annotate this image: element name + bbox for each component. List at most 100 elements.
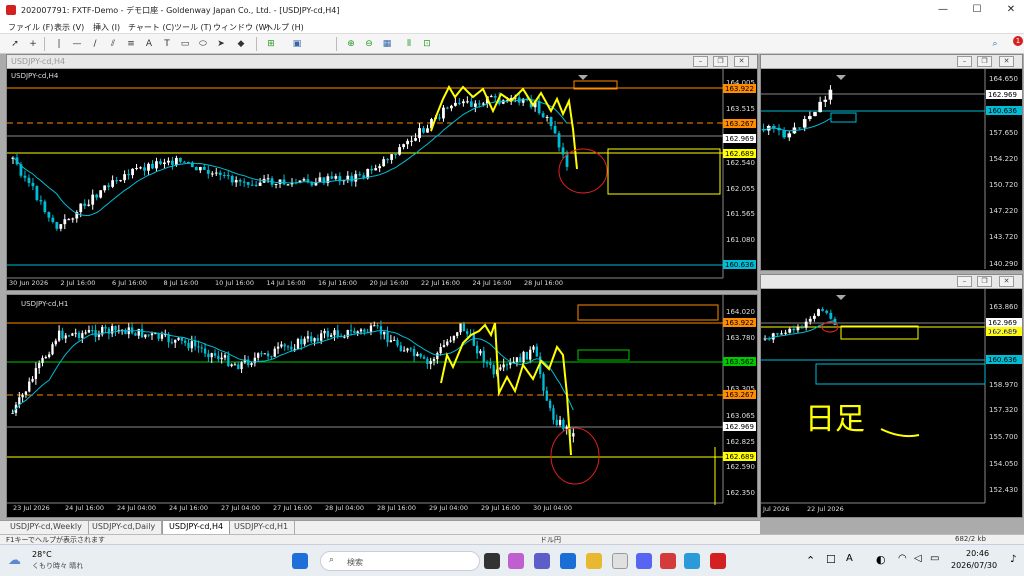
- start-icon[interactable]: [292, 553, 308, 569]
- teams-icon[interactable]: [534, 553, 550, 569]
- candle-body: [396, 339, 399, 346]
- edge-icon[interactable]: [684, 553, 700, 569]
- candle-body: [812, 315, 816, 319]
- tray-chevron-icon[interactable]: ⌃: [806, 554, 815, 567]
- ime-icon[interactable]: A: [846, 553, 853, 564]
- chart-minimize-button[interactable]: –: [957, 56, 972, 67]
- shapes-icon[interactable]: ◆: [234, 37, 248, 51]
- menu-chart[interactable]: チャート (C): [128, 22, 174, 33]
- zoom-out-icon[interactable]: ⊖: [362, 37, 376, 51]
- menu-help[interactable]: ヘルプ (H): [265, 22, 304, 33]
- battery-icon[interactable]: ▭: [930, 553, 939, 564]
- chart-restore-button[interactable]: ❐: [977, 56, 992, 67]
- vertical-line-icon[interactable]: |: [52, 37, 66, 51]
- explorer-icon[interactable]: [586, 553, 602, 569]
- tab-h1[interactable]: USDJPY-cd,H1: [228, 521, 296, 534]
- clock-time[interactable]: 20:46: [966, 549, 989, 558]
- minimize-button[interactable]: —: [935, 3, 951, 17]
- candle-body: [79, 203, 83, 213]
- label-icon[interactable]: T: [160, 37, 174, 51]
- chart-restore-button[interactable]: ❐: [713, 56, 728, 67]
- properties-icon[interactable]: ⊡: [420, 37, 434, 51]
- candle-body: [454, 102, 457, 106]
- candle-body: [258, 182, 262, 186]
- candle-body: [389, 340, 393, 343]
- price-tag-label: 160.636: [988, 107, 1017, 115]
- discord-icon[interactable]: [636, 553, 652, 569]
- zoom-in-icon[interactable]: ⊕: [344, 37, 358, 51]
- candle-body: [107, 185, 111, 187]
- time-axis-label: Jul 2026: [762, 505, 789, 513]
- chart-minimize-button[interactable]: –: [957, 276, 972, 287]
- ellipse-icon[interactable]: ⬭: [196, 37, 210, 51]
- arrows-icon[interactable]: ➤: [214, 37, 228, 51]
- copilot-icon[interactable]: [508, 553, 524, 569]
- search-icon[interactable]: ⌕: [988, 37, 1002, 51]
- h4-chart-canvas[interactable]: 164.005163.515162.540162.055161.565161.0…: [7, 69, 757, 290]
- tray-app-icon[interactable]: ☐: [826, 553, 836, 566]
- chart-tabs: USDJPY-cd,Weekly USDJPY-cd,Daily USDJPY-…: [0, 520, 760, 534]
- candle-body: [802, 119, 807, 128]
- tab-weekly[interactable]: USDJPY-cd,Weekly: [4, 521, 89, 534]
- new-order-icon[interactable]: ⊞: [264, 37, 278, 51]
- notepad-icon[interactable]: [612, 553, 628, 569]
- chart-layout-icon[interactable]: ▣: [290, 37, 304, 51]
- menu-view[interactable]: 表示 (V): [54, 22, 84, 33]
- tab-daily[interactable]: USDJPY-cd,Daily: [86, 521, 163, 534]
- menu-insert[interactable]: 挿入 (I): [93, 22, 120, 33]
- candle-body: [537, 101, 541, 114]
- tile-icon[interactable]: ▦: [380, 37, 394, 51]
- text-icon[interactable]: A: [142, 37, 156, 51]
- chart-close-button[interactable]: ✕: [999, 276, 1014, 287]
- window-title: 202007791: FXTF-Demo - デモ口座 - Goldenway …: [21, 6, 340, 15]
- task-view-icon[interactable]: [484, 553, 500, 569]
- close-button[interactable]: ✕: [1003, 3, 1019, 17]
- chart-window-h4[interactable]: USDJPY-cd,H4 – ❐ ✕ USDJPY-cd,H4 164.005 1…: [6, 54, 758, 291]
- price-axis-label: 162.825: [726, 438, 755, 446]
- candle-body: [782, 130, 786, 138]
- channel-icon[interactable]: ⫽: [106, 37, 120, 51]
- candle-body: [283, 344, 286, 347]
- search-box[interactable]: ⌕ 検索: [320, 551, 480, 571]
- notification-bell-icon[interactable]: ♪: [1010, 554, 1016, 565]
- weather-text: くもり時々 晴れ: [32, 562, 84, 570]
- tray-icon-2[interactable]: ◐: [876, 553, 886, 566]
- h1-chart-canvas[interactable]: 164.020163.780163.305163.065162.825162.5…: [7, 295, 757, 517]
- mt4-icon[interactable]: [710, 553, 726, 569]
- chart-minimize-button[interactable]: –: [693, 56, 708, 67]
- shift-marker: [578, 75, 588, 80]
- candle-body: [422, 128, 425, 133]
- outlook-icon[interactable]: [560, 553, 576, 569]
- price-axis-label: 143.720: [989, 233, 1018, 241]
- notification-badge[interactable]: 1: [1013, 36, 1023, 46]
- status-traffic: 682/2 kb: [955, 535, 986, 543]
- crosshair-icon[interactable]: +: [26, 37, 40, 51]
- wifi-icon[interactable]: ◠: [898, 553, 907, 564]
- trendline-icon[interactable]: /: [88, 37, 102, 51]
- menu-window[interactable]: ウィンドウ (W): [213, 22, 270, 33]
- weekly-chart-canvas[interactable]: 164.650 162.969 160.636 157.650 154.220 150.7…: [761, 69, 1022, 270]
- candle-body: [31, 182, 35, 187]
- chart-close-button[interactable]: ✕: [999, 56, 1014, 67]
- period-sep-icon[interactable]: ⫴: [402, 37, 416, 51]
- fibonacci-icon[interactable]: ≡: [124, 37, 138, 51]
- maximize-button[interactable]: ☐: [969, 3, 985, 17]
- app-icon[interactable]: [660, 553, 676, 569]
- rectangle-icon[interactable]: ▭: [178, 37, 192, 51]
- chart-close-button[interactable]: ✕: [734, 56, 749, 67]
- price-axis-label: 162.240: [989, 328, 1018, 336]
- chart-restore-button[interactable]: ❐: [977, 276, 992, 287]
- clock-date[interactable]: 2026/07/30: [951, 561, 997, 570]
- candle-body: [410, 140, 413, 142]
- chart-window-daily[interactable]: – ❐ ✕ 日足 163.860 162.969 162.689 162.240 160.…: [760, 274, 1023, 518]
- menu-file[interactable]: ファイル (F): [8, 22, 53, 33]
- tab-h4[interactable]: USDJPY-cd,H4: [162, 521, 231, 534]
- chart-window-weekly[interactable]: – ❐ ✕ 164.650 162.969 160.636 157.650 154.22…: [760, 54, 1023, 271]
- menu-tools[interactable]: ツール (T): [174, 22, 212, 33]
- cursor-icon[interactable]: ➚: [8, 37, 22, 51]
- volume-icon[interactable]: ◁: [914, 553, 922, 564]
- candle-body: [817, 309, 820, 316]
- horizontal-line-icon[interactable]: —: [70, 37, 84, 51]
- daily-chart-canvas[interactable]: 日足163.860162.969162.689162.240160.636158…: [761, 289, 1022, 517]
- chart-window-h1[interactable]: USDJPY-cd,H1 164.020 163.780 163.305 163.06…: [6, 294, 758, 518]
